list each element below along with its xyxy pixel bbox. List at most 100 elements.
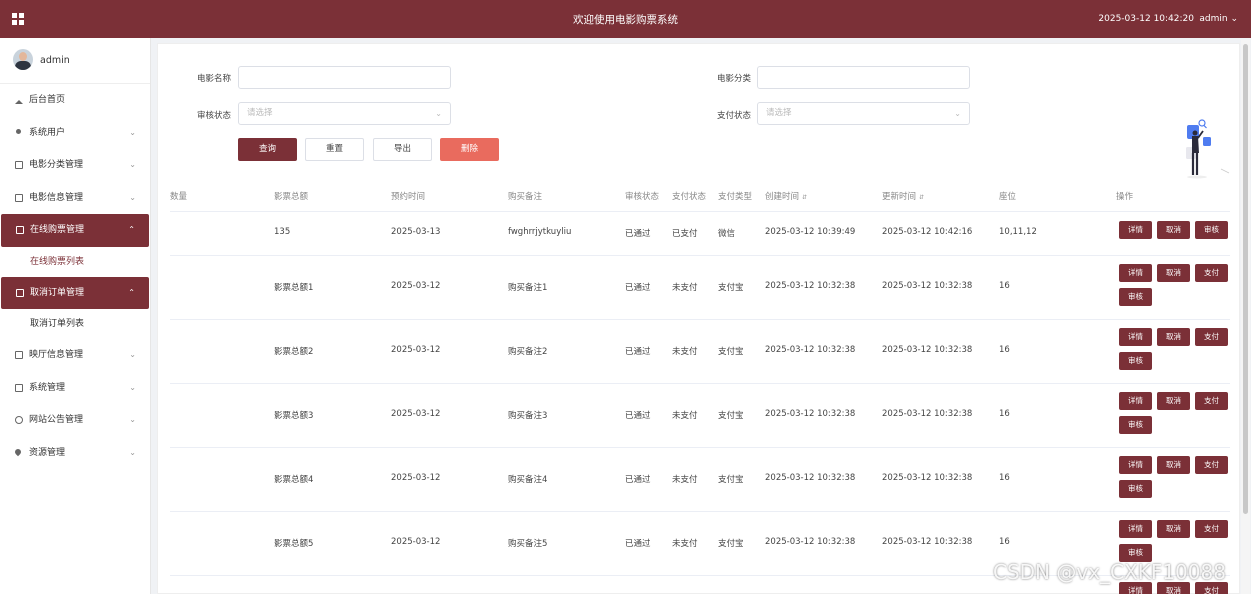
movie-category-input[interactable]	[757, 66, 970, 89]
cell-paytype: 支付宝	[718, 283, 744, 293]
created-label: 创建时间	[765, 192, 800, 202]
avatar	[13, 49, 33, 70]
pay-status-select[interactable]: 请选择 ⌄	[757, 102, 970, 125]
cell-review: 已通过	[625, 229, 651, 239]
person-illustration	[1186, 119, 1230, 179]
cell-seat: 16	[999, 281, 1010, 291]
scrollbar-thumb[interactable]	[1243, 44, 1248, 514]
review-button[interactable]: 审核	[1119, 352, 1152, 370]
cell-paytype: 支付宝	[718, 475, 744, 485]
cell-updated: 2025-03-12 10:32:38	[882, 409, 973, 419]
watermark: CSDN @vx_CXKF10088	[993, 560, 1226, 584]
sidebar-subitem-cancel-order-list[interactable]: 取消订单列表	[0, 309, 150, 339]
sidebar-item-system-users[interactable]: 系统用户 ⌄	[0, 117, 150, 150]
chevron-up-icon: ⌃	[128, 287, 135, 297]
pay-button[interactable]: 支付	[1195, 520, 1228, 538]
cell-paytype: 支付宝	[718, 539, 744, 549]
row-divider	[170, 447, 1230, 448]
cancel-button[interactable]: 取消	[1157, 264, 1190, 282]
document-icon	[16, 226, 24, 234]
sidebar-item-label: 后台首页	[29, 95, 66, 105]
detail-button[interactable]: 详情	[1119, 520, 1152, 538]
pay-button[interactable]: 支付	[1195, 456, 1228, 474]
review-button[interactable]: 审核	[1119, 480, 1152, 498]
sidebar-item-hall-info[interactable]: 映厅信息管理 ⌄	[0, 339, 150, 372]
cell-review: 已通过	[625, 347, 651, 357]
cell-paytype: 支付宝	[718, 411, 744, 421]
column-header-pay-status: 支付状态	[672, 192, 707, 202]
detail-button[interactable]: 详情	[1119, 392, 1152, 410]
column-header-actions: 操作	[1116, 192, 1134, 202]
column-header-updated[interactable]: 更新时间 ⇵	[882, 190, 924, 202]
chevron-down-icon: ⌄	[129, 127, 136, 137]
cell-total: 影票总额3	[274, 411, 314, 421]
sidebar-item-movie-category[interactable]: 电影分类管理 ⌄	[0, 149, 150, 182]
pay-button[interactable]: 支付	[1195, 264, 1228, 282]
sidebar-item-label: 取消订单管理	[30, 287, 85, 298]
top-bar: 欢迎使用电影购票系统 2025-03-12 10:42:20 admin ⌄	[0, 0, 1251, 38]
delete-button[interactable]: 删除	[440, 138, 499, 161]
cancel-button[interactable]: 取消	[1157, 520, 1190, 538]
column-header-pay-type: 支付类型	[718, 192, 753, 202]
sidebar-item-label: 映厅信息管理	[29, 350, 84, 360]
cancel-button[interactable]: 取消	[1157, 456, 1190, 474]
review-status-select[interactable]: 请选择 ⌄	[238, 102, 451, 125]
sidebar-item-online-ticket[interactable]: 在线购票管理 ⌃	[1, 214, 149, 247]
sort-icon[interactable]: ⇵	[919, 194, 924, 201]
cell-review: 已通过	[625, 411, 651, 421]
pay-button[interactable]: 支付	[1195, 392, 1228, 410]
sidebar-item-resources[interactable]: 资源管理 ⌄	[0, 437, 150, 470]
pay-status-placeholder: 请选择	[766, 108, 792, 118]
cell-note: 购买备注2	[508, 347, 548, 357]
sidebar-subitem-online-ticket-list[interactable]: 在线购票列表	[0, 247, 150, 277]
cell-date: 2025-03-12	[391, 537, 441, 547]
cancel-button[interactable]: 取消	[1157, 221, 1190, 239]
cell-paytype: 支付宝	[718, 347, 744, 357]
row-divider	[170, 511, 1230, 512]
sidebar-item-label: 网站公告管理	[29, 415, 84, 425]
column-header-note: 购买备注	[508, 192, 543, 202]
cell-created: 2025-03-12 10:32:38	[765, 345, 856, 355]
cell-updated: 2025-03-12 10:32:38	[882, 345, 973, 355]
chevron-down-icon: ⌄	[129, 415, 136, 424]
review-status-placeholder: 请选择	[247, 108, 273, 118]
chevron-down-icon: ⌄	[129, 350, 136, 359]
cell-date: 2025-03-12	[391, 409, 441, 419]
sidebar-item-cancel-order[interactable]: 取消订单管理 ⌃	[1, 276, 149, 309]
column-header-created[interactable]: 创建时间 ⇵	[765, 190, 807, 202]
detail-button[interactable]: 详情	[1119, 221, 1152, 239]
detail-button[interactable]: 详情	[1119, 264, 1152, 282]
sidebar-item-movie-info[interactable]: 电影信息管理 ⌄	[0, 182, 150, 215]
cancel-button[interactable]: 取消	[1157, 328, 1190, 346]
query-button[interactable]: 查询	[238, 138, 297, 161]
cell-note: 购买备注5	[508, 539, 548, 549]
movie-name-input[interactable]	[238, 66, 451, 89]
cell-note: 购买备注1	[508, 283, 548, 293]
updated-label: 更新时间	[882, 192, 917, 202]
review-button[interactable]: 审核	[1119, 416, 1152, 434]
sidebar-item-system[interactable]: 系统管理 ⌄	[0, 372, 150, 405]
pay-button[interactable]: 支付	[1195, 328, 1228, 346]
review-button[interactable]: 审核	[1195, 221, 1228, 239]
cancel-button[interactable]: 取消	[1157, 392, 1190, 410]
cell-note: fwghrrjytkuyliu	[508, 227, 572, 237]
sidebar-item-announcement[interactable]: 网站公告管理 ⌄	[0, 404, 150, 437]
detail-button[interactable]: 详情	[1119, 456, 1152, 474]
cell-pay: 未支付	[672, 539, 698, 549]
sort-icon[interactable]: ⇵	[802, 194, 807, 201]
reset-button[interactable]: 重置	[305, 138, 364, 161]
cell-review: 已通过	[625, 475, 651, 485]
cell-date: 2025-03-12	[391, 345, 441, 355]
detail-button[interactable]: 详情	[1119, 328, 1152, 346]
sidebar-item-home[interactable]: 后台首页	[0, 84, 150, 117]
cell-pay: 未支付	[672, 411, 698, 421]
main-panel: 电影名称 电影分类 审核状态 请选择 ⌄ 支付状态 请选择 ⌄ 查询 重置 导出…	[157, 43, 1240, 594]
cell-total: 影票总额1	[274, 283, 314, 293]
user-menu[interactable]: admin ⌄	[1199, 14, 1238, 24]
export-button[interactable]: 导出	[373, 138, 432, 161]
image-icon	[15, 383, 23, 392]
review-button[interactable]: 审核	[1119, 288, 1152, 306]
sidebar-item-label: 资源管理	[29, 447, 66, 458]
page-scrollbar[interactable]	[1241, 40, 1250, 594]
row-divider	[170, 211, 1230, 212]
